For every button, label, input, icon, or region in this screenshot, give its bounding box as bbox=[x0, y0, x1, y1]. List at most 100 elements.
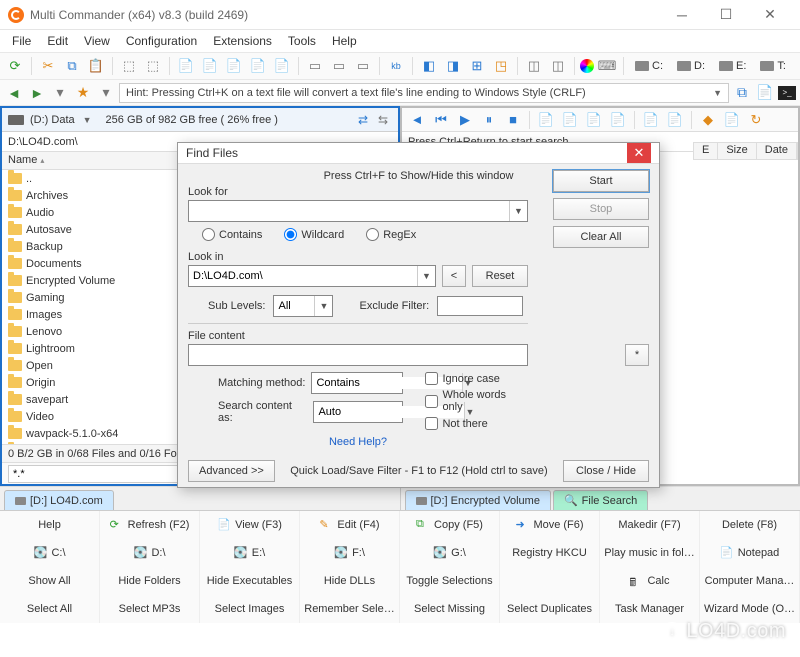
search-as-select[interactable]: ▼ bbox=[313, 401, 403, 423]
btn-remember-sel[interactable]: Remember Sele… bbox=[300, 595, 400, 623]
btn-move[interactable]: ➜Move (F6) bbox=[500, 511, 600, 539]
btn-compmgmt[interactable]: Computer Mana… bbox=[700, 567, 800, 595]
file-icon[interactable]: 📄 bbox=[175, 55, 197, 77]
drive-d[interactable]: D: bbox=[671, 60, 711, 72]
nav-hint-dropdown-icon[interactable]: ▼ bbox=[713, 88, 722, 98]
btn-drive-c[interactable]: 💽C:\ bbox=[0, 539, 100, 567]
tool1-icon[interactable]: ◧ bbox=[418, 55, 440, 77]
refresh-icon[interactable]: ⟳ bbox=[4, 55, 26, 77]
file-add-icon[interactable]: 📄 bbox=[199, 55, 221, 77]
tool6-icon[interactable]: ◫ bbox=[547, 55, 569, 77]
btn-hide-exe[interactable]: Hide Executables bbox=[200, 567, 300, 595]
rt-doc3-icon[interactable]: 📄 bbox=[583, 109, 605, 131]
rt-doc7-icon[interactable]: 📄 bbox=[721, 109, 743, 131]
view3-icon[interactable]: ▭ bbox=[352, 55, 374, 77]
nav-term-icon[interactable]: >_ bbox=[778, 86, 796, 100]
rt-play-icon[interactable]: ▶ bbox=[454, 109, 476, 131]
radio-contains[interactable]: Contains bbox=[202, 228, 262, 241]
btn-drive-e[interactable]: 💽E:\ bbox=[200, 539, 300, 567]
menu-extensions[interactable]: Extensions bbox=[205, 31, 280, 51]
file-dup-icon[interactable]: 📄 bbox=[271, 55, 293, 77]
btn-taskmgr[interactable]: Task Manager bbox=[600, 595, 700, 623]
btn-music[interactable]: Play music in fol… bbox=[600, 539, 700, 567]
left-tab[interactable]: [D:] LO4D.com bbox=[4, 490, 114, 510]
rt-stop-icon[interactable]: ■ bbox=[502, 109, 524, 131]
btn-view[interactable]: 📄View (F3) bbox=[200, 511, 300, 539]
btn-calc[interactable]: 🖩Calc bbox=[600, 567, 700, 595]
chk-ignore-case[interactable]: Ignore case bbox=[425, 372, 528, 385]
menu-view[interactable]: View bbox=[76, 31, 118, 51]
look-in-dropdown-icon[interactable]: ▼ bbox=[417, 266, 435, 286]
btn-refresh[interactable]: ⟳Refresh (F2) bbox=[100, 511, 200, 539]
col-date[interactable]: Date bbox=[757, 143, 797, 159]
file-content-input[interactable] bbox=[188, 344, 528, 366]
menu-configuration[interactable]: Configuration bbox=[118, 31, 205, 51]
look-for-dropdown-icon[interactable]: ▼ bbox=[509, 201, 527, 221]
nav-copy-icon[interactable]: ⧉ bbox=[732, 83, 752, 103]
radio-wildcard[interactable]: Wildcard bbox=[284, 228, 344, 241]
btn-drive-f[interactable]: 💽F:\ bbox=[300, 539, 400, 567]
size-icon[interactable]: kb bbox=[385, 55, 407, 77]
color-icon[interactable] bbox=[580, 59, 594, 73]
tool3-icon[interactable]: ⊞ bbox=[466, 55, 488, 77]
matching-select[interactable]: ▼ bbox=[311, 372, 403, 394]
drive-c[interactable]: C: bbox=[629, 60, 669, 72]
btn-select-img[interactable]: Select Images bbox=[200, 595, 300, 623]
btn-edit[interactable]: ✎Edit (F4) bbox=[300, 511, 400, 539]
btn-hide-dll[interactable]: Hide DLLs bbox=[300, 567, 400, 595]
left-drive-dropdown-icon[interactable]: ▼ bbox=[83, 115, 92, 125]
left-drive-label[interactable]: (D:) Data bbox=[30, 114, 75, 126]
reset-button[interactable]: Reset bbox=[472, 265, 528, 287]
rt-clear-icon[interactable]: ◆ bbox=[697, 109, 719, 131]
clear-all-button[interactable]: Clear All bbox=[553, 226, 649, 248]
panel-sync-icon[interactable]: ⇆ bbox=[374, 111, 392, 129]
btn-wizard[interactable]: Wizard Mode (O… bbox=[700, 595, 800, 623]
btn-hide-folders[interactable]: Hide Folders bbox=[100, 567, 200, 595]
rt-prev-icon[interactable]: ◄ bbox=[406, 109, 428, 131]
minimize-button[interactable]: ─ bbox=[660, 1, 704, 29]
rt-pause-icon[interactable]: ⏸ bbox=[478, 109, 500, 131]
btn-toggle-sel[interactable]: Toggle Selections bbox=[400, 567, 500, 595]
dialog-close-button[interactable]: ✕ bbox=[627, 143, 651, 163]
nav-hint-field[interactable]: Hint: Pressing Ctrl+K on a text file wil… bbox=[119, 83, 729, 103]
exclude-input[interactable] bbox=[437, 296, 523, 316]
btn-drive-g[interactable]: 💽G:\ bbox=[400, 539, 500, 567]
right-tab-1[interactable]: [D:] Encrypted Volume bbox=[405, 490, 551, 510]
maximize-button[interactable]: ☐ bbox=[704, 1, 748, 29]
look-for-field[interactable] bbox=[189, 205, 509, 217]
btn-select-mp3[interactable]: Select MP3s bbox=[100, 595, 200, 623]
btn-delete[interactable]: Delete (F8) bbox=[700, 511, 800, 539]
tool4-icon[interactable]: ◳ bbox=[490, 55, 512, 77]
right-tab-2[interactable]: 🔍File Search bbox=[553, 490, 648, 510]
nav-fwd-icon[interactable]: ► bbox=[27, 83, 47, 103]
copy-icon[interactable]: ⧉ bbox=[61, 55, 83, 77]
need-help-link[interactable]: Need Help? bbox=[188, 436, 528, 448]
path-less-button[interactable]: < bbox=[442, 265, 466, 287]
btn-makedir[interactable]: Makedir (F7) bbox=[600, 511, 700, 539]
stop-button[interactable]: Stop bbox=[553, 198, 649, 220]
btn-select-all[interactable]: Select All bbox=[0, 595, 100, 623]
advanced-button[interactable]: Advanced >> bbox=[188, 460, 275, 482]
nav-fav-icon[interactable]: ★ bbox=[73, 83, 93, 103]
rt-redo-icon[interactable]: ↻ bbox=[745, 109, 767, 131]
radio-regex[interactable]: RegEx bbox=[366, 228, 416, 241]
btn-registry[interactable]: Registry HKCU bbox=[500, 539, 600, 567]
nav-doc-icon[interactable]: 📄 bbox=[755, 83, 775, 103]
rt-first-icon[interactable]: ⏮ bbox=[430, 109, 452, 131]
paste-icon[interactable]: 📋 bbox=[85, 55, 107, 77]
keyboard-icon[interactable]: ⌨ bbox=[596, 55, 618, 77]
star-button[interactable]: * bbox=[625, 344, 649, 366]
btn-copy[interactable]: ⧉Copy (F5) bbox=[400, 511, 500, 539]
look-in-field[interactable] bbox=[189, 270, 417, 282]
btn-show-all[interactable]: Show All bbox=[0, 567, 100, 595]
rt-doc4-icon[interactable]: 📄 bbox=[607, 109, 629, 131]
file-edit-icon[interactable]: 📄 bbox=[223, 55, 245, 77]
btn-select-dup[interactable]: Select Duplicates bbox=[500, 595, 600, 623]
btn-select-missing[interactable]: Select Missing bbox=[400, 595, 500, 623]
close-hide-button[interactable]: Close / Hide bbox=[563, 460, 649, 482]
look-for-input[interactable]: ▼ bbox=[188, 200, 528, 222]
nav-hist-icon[interactable]: ▾ bbox=[50, 83, 70, 103]
menu-help[interactable]: Help bbox=[324, 31, 365, 51]
rt-doc6-icon[interactable]: 📄 bbox=[664, 109, 686, 131]
file-del-icon[interactable]: 📄 bbox=[247, 55, 269, 77]
